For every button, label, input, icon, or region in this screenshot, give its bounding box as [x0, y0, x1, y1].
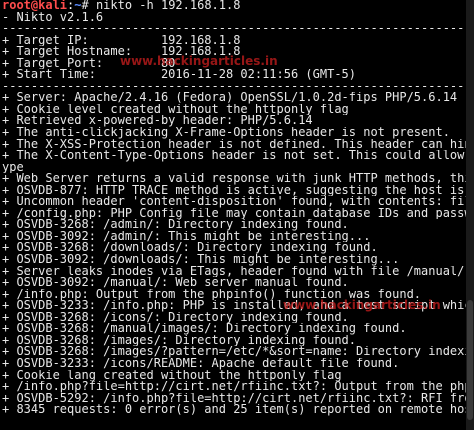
output-line: + Target IP: 192.168.1.8: [2, 34, 241, 47]
output-line: ype: [2, 161, 24, 174]
terminal-window[interactable]: root@kali:~# nikto -h 192.168.1.8 - Nikt…: [0, 0, 474, 430]
output-line: + /info.php?file=http://cirt.net/rfiinc.…: [2, 381, 474, 393]
output-line: + 8345 requests: 0 error(s) and 25 item(…: [2, 404, 474, 416]
output-line: + OSVDB-3268: /images/: Directory indexi…: [2, 334, 357, 347]
prompt-symbol: #: [81, 0, 96, 12]
output-line: + Cookie lang created without the httpon…: [2, 369, 342, 382]
output-line: + OSVDB-877: HTTP TRACE method is active…: [2, 184, 474, 197]
output-line: + OSVDB-3268: /downloads/: Directory ind…: [2, 242, 378, 255]
command-prompt-line: root@kali:~# nikto -h 192.168.1.8: [2, 0, 474, 12]
output-line: + OSVDB-3268: /manual/images/: Directory…: [2, 323, 407, 335]
output-line: - Nikto v2.1.6: [2, 11, 104, 24]
output-line: + Cookie level created without the httpo…: [2, 103, 349, 116]
output-line: + /config.php: PHP Config file may conta…: [2, 207, 474, 220]
vertical-scrollbar[interactable]: [466, 0, 474, 430]
output-line: ----------------------------------------…: [2, 23, 474, 35]
output-line: + OSVDB-3092: /admin/: This might be int…: [2, 230, 371, 243]
prompt-user: root@kali: [2, 0, 68, 12]
output-line: + OSVDB-3092: /downloads/: This might be…: [2, 254, 400, 266]
output-line: + Start Time: 2016-11-28 02:11:56 (GMT-5…: [2, 69, 357, 81]
output-line: + Retrieved x-powered-by header: PHP/5.6…: [2, 115, 313, 128]
output-line: ----------------------------------------…: [2, 80, 474, 93]
command-text: nikto -h 192.168.1.8: [95, 0, 241, 12]
output-line: + OSVDB-3233: /icons/README: Apache defa…: [2, 357, 400, 370]
watermark-text: www.hackingarticles.in: [283, 298, 441, 312]
output-line: + OSVDB-3268: /admin/: Directory indexin…: [2, 219, 349, 231]
output-line: + OSVDB-3092: /manual/: Web server manua…: [2, 277, 349, 289]
output-line: + OSVDB-3268: /images/?pattern=/etc/*&so…: [2, 346, 474, 358]
output-line: + The anti-clickjacking X-Frame-Options …: [2, 127, 450, 139]
output-line: + Uncommon header 'content-disposition' …: [2, 196, 474, 208]
output-line: + The X-Content-Type-Options header is n…: [2, 150, 474, 162]
output-line: + Server: Apache/2.4.16 (Fedora) OpenSSL…: [2, 92, 458, 104]
output-line: + Web Server returns a valid response wi…: [2, 173, 474, 185]
output-line: + Server leaks inodes via ETags, header …: [2, 265, 472, 278]
output-line: + The X-XSS-Protection header is not def…: [2, 138, 474, 151]
terminal-output: - Nikto v2.1.6 --------------------------…: [2, 12, 474, 416]
watermark-text: www.hackingarticles.in: [120, 54, 278, 68]
output-line: + OSVDB-3268: /icons/: Directory indexin…: [2, 311, 349, 324]
output-line: + OSVDB-5292: /info.php?file=http://cirt…: [2, 392, 474, 405]
scrollbar-thumb[interactable]: [467, 300, 473, 420]
prompt-path: ~: [74, 0, 82, 12]
